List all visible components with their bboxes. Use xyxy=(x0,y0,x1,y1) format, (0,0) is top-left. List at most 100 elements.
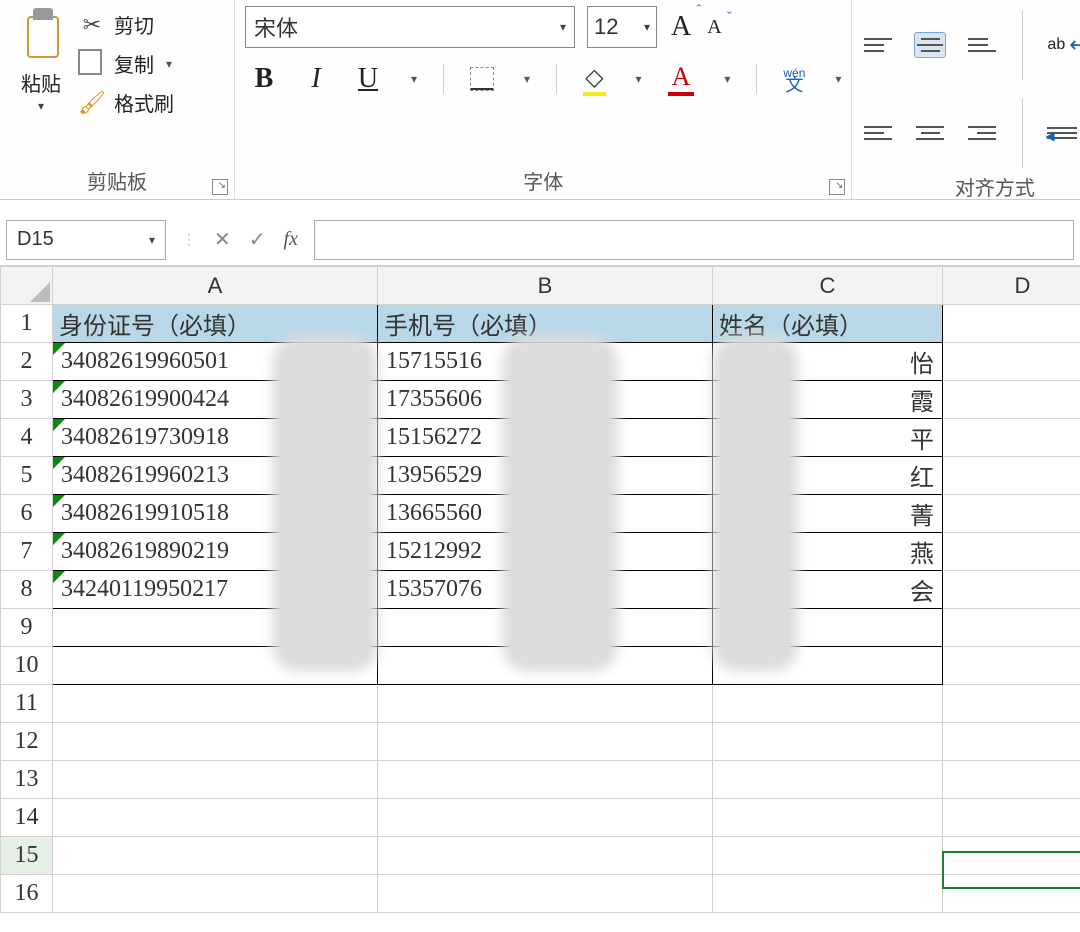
cell[interactable] xyxy=(943,875,1080,913)
cell[interactable] xyxy=(943,609,1080,647)
font-size-select[interactable]: 12 ▾ xyxy=(587,6,657,48)
paste-button[interactable]: 粘贴 ▾ xyxy=(10,4,72,113)
row-header[interactable]: 11 xyxy=(1,685,53,723)
row-header[interactable]: 5 xyxy=(1,457,53,495)
cell[interactable]: 姓名（必填） xyxy=(713,305,943,343)
cell[interactable] xyxy=(943,685,1080,723)
cell[interactable] xyxy=(53,723,378,761)
select-all-corner[interactable] xyxy=(1,267,53,305)
row-header[interactable]: 7 xyxy=(1,533,53,571)
cell[interactable] xyxy=(53,685,378,723)
underline-button[interactable]: U xyxy=(355,63,381,95)
row-header[interactable]: 12 xyxy=(1,723,53,761)
row-header[interactable]: 16 xyxy=(1,875,53,913)
row-header[interactable]: 14 xyxy=(1,799,53,837)
cell[interactable] xyxy=(943,305,1080,343)
row-header[interactable]: 3 xyxy=(1,381,53,419)
borders-button[interactable] xyxy=(470,67,494,91)
row-header[interactable]: 10 xyxy=(1,647,53,685)
row-header[interactable]: 6 xyxy=(1,495,53,533)
cell[interactable] xyxy=(53,761,378,799)
row-header[interactable]: 9 xyxy=(1,609,53,647)
col-header-D[interactable]: D xyxy=(943,267,1080,305)
cell[interactable] xyxy=(943,723,1080,761)
cell[interactable] xyxy=(943,647,1080,685)
format-painter-button[interactable]: 🖌 格式刷 xyxy=(78,88,188,117)
separator xyxy=(556,64,557,94)
cell[interactable] xyxy=(943,419,1080,457)
row-header[interactable]: 1 xyxy=(1,305,53,343)
chevron-down-icon[interactable]: ▾ xyxy=(724,72,730,86)
row-header[interactable]: 13 xyxy=(1,761,53,799)
chevron-down-icon[interactable]: ▾ xyxy=(524,72,530,86)
cell[interactable] xyxy=(943,381,1080,419)
increase-font-button[interactable]: A xyxy=(669,11,693,43)
cell[interactable] xyxy=(378,761,713,799)
formula-bar: D15 ▾ ⋮ ✕ ✓ fx xyxy=(0,214,1080,266)
cell[interactable]: 手机号（必填） xyxy=(378,305,713,343)
name-box[interactable]: D15 ▾ xyxy=(6,220,166,260)
font-name-select[interactable]: 宋体 ▾ xyxy=(245,6,575,48)
chevron-down-icon[interactable]: ▾ xyxy=(166,57,172,71)
col-header-B[interactable]: B xyxy=(378,267,713,305)
group-clipboard: 粘贴 ▾ ✂ 剪切 复制 ▾ 🖌 格式刷 剪贴板 xyxy=(0,0,235,199)
col-header-A[interactable]: A xyxy=(53,267,378,305)
row-header[interactable]: 2 xyxy=(1,343,53,381)
fill-color-button[interactable]: ◇ xyxy=(583,63,605,96)
separator xyxy=(756,64,757,94)
row-header[interactable]: 4 xyxy=(1,419,53,457)
cancel-formula-button[interactable]: ✕ xyxy=(214,227,231,252)
chevron-down-icon[interactable]: ▾ xyxy=(636,72,642,86)
col-header-C[interactable]: C xyxy=(713,267,943,305)
cell[interactable] xyxy=(943,457,1080,495)
phonetic-guide-button[interactable]: wén 文 xyxy=(783,67,805,91)
cell[interactable] xyxy=(378,875,713,913)
wrap-text-button[interactable]: ab↩ xyxy=(1047,32,1080,58)
cell[interactable] xyxy=(53,875,378,913)
cell[interactable] xyxy=(53,799,378,837)
row-header[interactable]: 15 xyxy=(1,837,53,875)
cell[interactable] xyxy=(713,875,943,913)
cell-D15[interactable] xyxy=(943,837,1080,875)
font-color-button[interactable]: A xyxy=(668,62,695,96)
align-bottom-button[interactable] xyxy=(966,32,998,58)
cell[interactable] xyxy=(713,799,943,837)
formula-input[interactable] xyxy=(314,220,1074,260)
dialog-launcher-font[interactable] xyxy=(829,179,845,195)
dialog-launcher-clipboard[interactable] xyxy=(212,179,228,195)
bold-button[interactable]: B xyxy=(251,63,277,95)
align-right-button[interactable] xyxy=(966,120,998,146)
cell[interactable] xyxy=(943,761,1080,799)
cell[interactable] xyxy=(378,685,713,723)
cell[interactable] xyxy=(943,495,1080,533)
font-size-value: 12 xyxy=(594,14,618,40)
decrease-font-button[interactable]: A xyxy=(705,16,723,39)
cell[interactable] xyxy=(713,685,943,723)
cell[interactable] xyxy=(713,761,943,799)
align-middle-button[interactable] xyxy=(914,32,946,58)
accept-formula-button[interactable]: ✓ xyxy=(249,227,266,252)
align-center-button[interactable] xyxy=(914,120,946,146)
align-top-button[interactable] xyxy=(862,32,894,58)
cell[interactable] xyxy=(943,571,1080,609)
cell[interactable] xyxy=(53,837,378,875)
cell[interactable] xyxy=(943,343,1080,381)
cell[interactable] xyxy=(943,799,1080,837)
insert-function-button[interactable]: fx xyxy=(284,228,298,251)
cell[interactable] xyxy=(378,799,713,837)
italic-button[interactable]: I xyxy=(303,63,329,95)
cell[interactable]: 身份证号（必填） xyxy=(53,305,378,343)
cell[interactable] xyxy=(378,723,713,761)
cut-button[interactable]: ✂ 剪切 xyxy=(78,10,188,39)
cell[interactable] xyxy=(713,837,943,875)
align-left-button[interactable] xyxy=(862,120,894,146)
cell[interactable] xyxy=(713,723,943,761)
chevron-down-icon[interactable]: ▾ xyxy=(411,72,417,86)
copy-button[interactable]: 复制 ▾ xyxy=(78,49,188,78)
cell[interactable] xyxy=(378,837,713,875)
row-header[interactable]: 8 xyxy=(1,571,53,609)
chevron-down-icon[interactable]: ▾ xyxy=(835,72,841,86)
chevron-down-icon[interactable]: ▾ xyxy=(38,99,44,113)
cell[interactable] xyxy=(943,533,1080,571)
decrease-indent-button[interactable]: ◀ xyxy=(1047,121,1077,145)
